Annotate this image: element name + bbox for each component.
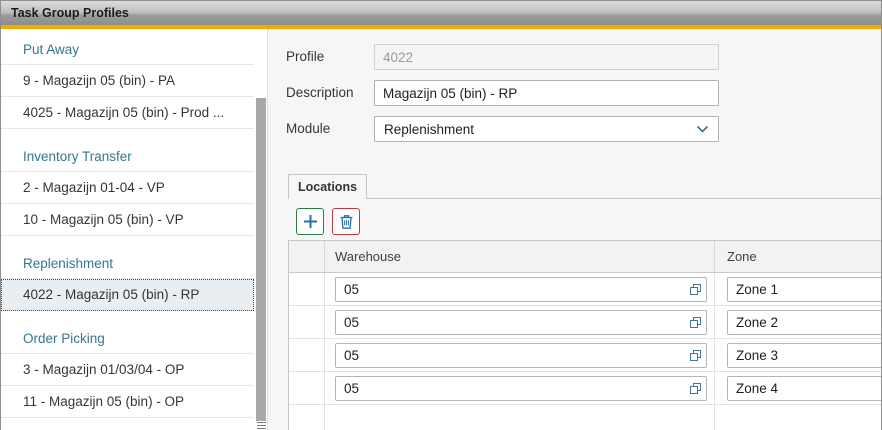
tab-strip: Locations	[288, 174, 881, 199]
group-header-replenishment: Replenishment	[1, 236, 254, 279]
sidebar-group-inventory-transfer: Inventory Transfer 2 - Magazijn 01-04 - …	[1, 129, 254, 236]
trash-icon	[339, 214, 354, 230]
profiles-sidebar: Put Away 9 - Magazijn 05 (bin) - PA 4025…	[1, 29, 254, 430]
profile-detail-panel: Profile Description Module Replenishment…	[267, 29, 881, 430]
table-row	[289, 339, 881, 372]
zone-cell	[727, 376, 881, 401]
zone-cell	[727, 310, 881, 335]
sidebar-item-profile-9[interactable]: 9 - Magazijn 05 (bin) - PA	[1, 65, 254, 97]
sidebar-item-profile-10[interactable]: 10 - Magazijn 05 (bin) - VP	[1, 204, 254, 236]
sidebar-item-profile-4022-selected[interactable]: 4022 - Magazijn 05 (bin) - RP	[1, 279, 254, 311]
group-header-put-away: Put Away	[1, 29, 254, 65]
delete-row-button[interactable]	[332, 208, 360, 235]
zone-cell	[727, 343, 881, 368]
value-help-icon[interactable]	[684, 349, 706, 362]
warehouse-input[interactable]	[336, 311, 684, 334]
zone-input[interactable]	[728, 344, 881, 367]
scrollbar-thumb[interactable]	[256, 98, 266, 421]
column-header-warehouse: Warehouse	[325, 241, 715, 272]
zone-cell	[727, 277, 881, 302]
module-label: Module	[286, 116, 372, 142]
sidebar-item-profile-4025[interactable]: 4025 - Magazijn 05 (bin) - Prod ...	[1, 97, 254, 129]
table-row	[289, 372, 881, 405]
sidebar-item-profile-3[interactable]: 3 - Magazijn 01/03/04 - OP	[1, 354, 254, 386]
description-input[interactable]	[374, 80, 719, 106]
value-help-icon[interactable]	[684, 283, 706, 296]
tab-locations[interactable]: Locations	[288, 174, 367, 199]
row-selector[interactable]	[289, 405, 325, 430]
warehouse-cell	[335, 277, 707, 302]
row-selector[interactable]	[289, 306, 325, 338]
module-selected-value: Replenishment	[384, 122, 474, 137]
row-selector[interactable]	[289, 339, 325, 371]
value-help-icon[interactable]	[684, 382, 706, 395]
table-row-empty	[289, 405, 881, 430]
window-body: Put Away 9 - Magazijn 05 (bin) - PA 4025…	[1, 29, 881, 430]
zone-input[interactable]	[728, 377, 881, 400]
locations-table: Warehouse Zone	[288, 240, 881, 430]
sidebar-group-order-picking: Order Picking 3 - Magazijn 01/03/04 - OP…	[1, 311, 254, 418]
warehouse-cell	[335, 310, 707, 335]
chevron-down-icon	[696, 125, 709, 134]
row-selector[interactable]	[289, 372, 325, 404]
splitter-grip-icon[interactable]	[257, 422, 266, 429]
table-row	[289, 306, 881, 339]
column-header-zone: Zone	[715, 241, 881, 272]
sidebar-group-replenishment: Replenishment 4022 - Magazijn 05 (bin) -…	[1, 236, 254, 311]
profile-label: Profile	[286, 44, 372, 70]
row-selector[interactable]	[289, 273, 325, 305]
warehouse-cell	[335, 376, 707, 401]
window-titlebar[interactable]: Task Group Profiles	[1, 1, 881, 25]
module-select[interactable]: Replenishment	[374, 116, 719, 142]
warehouse-input[interactable]	[336, 278, 684, 301]
table-header-row: Warehouse Zone	[289, 241, 881, 273]
plus-icon	[302, 213, 319, 230]
warehouse-input[interactable]	[336, 377, 684, 400]
sidebar-item-profile-2[interactable]: 2 - Magazijn 01-04 - VP	[1, 172, 254, 204]
sidebar-scrollbar[interactable]	[254, 29, 267, 430]
warehouse-input[interactable]	[336, 344, 684, 367]
add-row-button[interactable]	[296, 208, 324, 235]
window-title: Task Group Profiles	[11, 6, 129, 20]
locations-toolbar	[296, 208, 360, 235]
group-header-order-picking: Order Picking	[1, 311, 254, 354]
group-header-inventory-transfer: Inventory Transfer	[1, 129, 254, 172]
warehouse-cell	[335, 343, 707, 368]
table-row	[289, 273, 881, 306]
header-row-selector	[289, 241, 325, 272]
sidebar-item-profile-11[interactable]: 11 - Magazijn 05 (bin) - OP	[1, 386, 254, 418]
value-help-icon[interactable]	[684, 316, 706, 329]
zone-input[interactable]	[728, 311, 881, 334]
zone-input[interactable]	[728, 278, 881, 301]
description-label: Description	[286, 80, 372, 106]
sidebar-group-put-away: Put Away 9 - Magazijn 05 (bin) - PA 4025…	[1, 29, 254, 129]
profile-input	[374, 44, 719, 70]
task-group-profiles-window: Task Group Profiles Put Away 9 - Magazij…	[0, 0, 882, 430]
